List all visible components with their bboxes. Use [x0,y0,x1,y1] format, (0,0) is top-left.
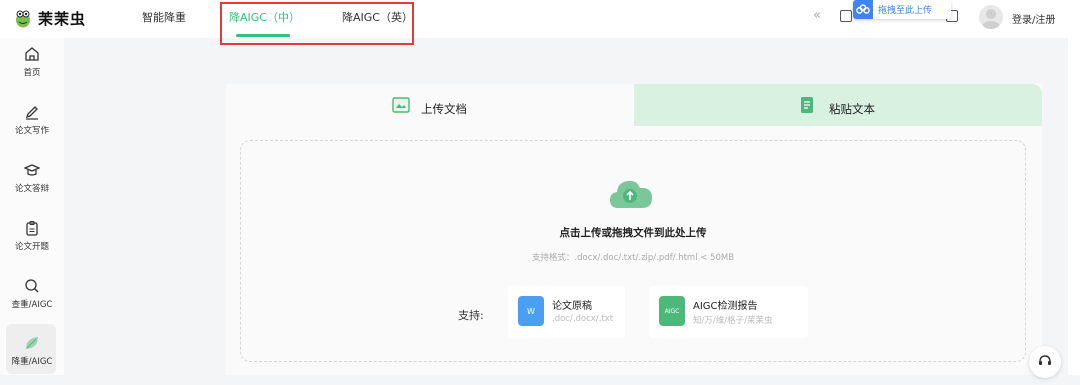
graduation-cap-icon [24,164,40,176]
customer-service-button[interactable] [1029,346,1061,378]
sidebar-item-paper-defense[interactable]: 论文答辩 [0,162,64,212]
sidebar-item-label: 首页 [23,68,41,78]
cloud-upload-icon[interactable] [608,176,654,212]
file-type-title: AIGC检测报告 [693,301,758,312]
logo[interactable]: 茉茉虫 [14,5,86,31]
word-doc-icon: W [518,296,544,326]
aigc-report-icon: AIGC [659,296,685,326]
highlight-box [220,2,414,45]
scrollbar[interactable] [1068,38,1080,375]
sidebar-item-paper-writing[interactable]: 论文写作 [0,104,64,154]
search-icon [25,279,39,293]
baidu-cloud-icon [853,0,873,19]
sidebar-item-label: 论文写作 [14,126,49,136]
paste-doc-icon [801,97,813,113]
pen-icon [25,106,38,120]
collapse-icon[interactable]: « [813,8,821,23]
home-icon [25,47,39,61]
headset-icon [1039,355,1051,365]
support-label: 支持: [458,309,484,322]
upload-title: 点击上传或拖拽文件到此处上传 [559,227,707,239]
sidebar: 首页 论文写作 论文答辩 论文开题 查重/AIGC 降重/AIGC [0,38,64,375]
sidebar-item-check-aigc[interactable]: 查重/AIGC [0,278,64,328]
file-type-formats: .doc/.docx/.txt [552,314,614,324]
sidebar-item-home[interactable]: 首页 [0,46,64,96]
tab-upload-label: 上传文档 [421,102,467,116]
baidu-drag-upload-popup[interactable]: 拖拽至此上传 [853,0,951,19]
leaf-icon [26,337,38,349]
file-type-paper-draft: W 论文原稿 .doc/.docx/.txt [508,286,625,338]
sidebar-item-label: 降重/AIGC [11,357,53,367]
brand-name: 茉茉虫 [38,9,87,28]
sidebar-item-label: 论文答辩 [14,184,49,194]
sidebar-item-label: 查重/AIGC [11,300,53,310]
image-doc-icon [392,97,410,113]
sidebar-item-reduce-aigc[interactable]: 降重/AIGC [0,335,64,385]
file-type-sources: 知/万/维/格子/茉茉虫 [693,316,773,326]
tab-paste-label: 粘贴文本 [829,102,875,116]
bug-logo-icon [16,10,30,28]
avatar[interactable] [979,5,1003,29]
file-type-aigc-report: AIGC AIGC检测报告 知/万/维/格子/茉茉虫 [649,286,808,338]
login-register-link[interactable]: 登录/注册 [1012,11,1055,26]
file-type-title: 论文原稿 [552,301,592,312]
baidu-drag-label: 拖拽至此上传 [878,6,933,16]
user-avatar-icon [982,9,1000,29]
top-bar: 茉茉虫 智能降重 降AIGC（中） 降AIGC（英） « 拖拽至此上传 登录/注… [0,0,1080,38]
gift-icon[interactable] [840,10,852,22]
upload-format-hint: 支持格式：.docx/.doc/.txt/.zip/.pdf/.html < 5… [531,253,735,263]
nav-smart-rewrite[interactable]: 智能降重 [142,9,186,25]
